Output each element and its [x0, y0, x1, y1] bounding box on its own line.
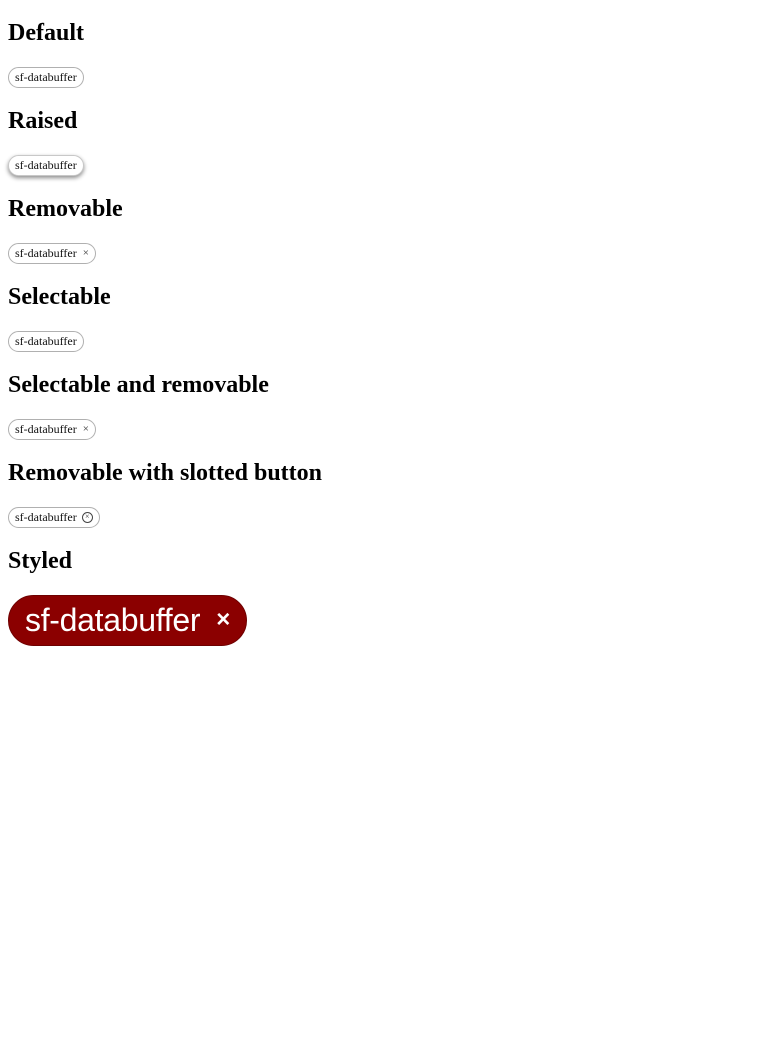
chip-row-selectable-removable: sf-databuffer × [8, 418, 760, 440]
section-selectable: Selectable sf-databuffer [8, 283, 760, 352]
section-heading-raised: Raised [8, 108, 78, 134]
chip-default[interactable]: sf-databuffer [8, 66, 84, 88]
chip-row-raised: sf-databuffer [8, 154, 760, 176]
chip-selectable[interactable]: sf-databuffer [8, 330, 84, 352]
chip-row-removable-slotted: sf-databuffer × [8, 506, 760, 528]
chip-removable-slotted[interactable]: sf-databuffer × [8, 506, 100, 528]
chip-label: sf-databuffer [15, 69, 77, 84]
close-icon[interactable]: × [216, 608, 230, 632]
chip-removable[interactable]: sf-databuffer × [8, 242, 96, 264]
chip-label: sf-databuffer [25, 601, 201, 638]
section-heading-styled: Styled [8, 548, 73, 574]
chip-label: sf-databuffer [15, 421, 77, 436]
close-icon[interactable]: × [83, 423, 89, 435]
section-styled: Styled sf-databuffer × [8, 547, 760, 646]
chip-selectable-removable[interactable]: sf-databuffer × [8, 418, 96, 440]
section-removable-slotted: Removable with slotted button sf-databuf… [8, 459, 760, 528]
section-selectable-removable: Selectable and removable sf-databuffer × [8, 371, 760, 440]
chip-label: sf-databuffer [15, 333, 77, 348]
chip-row-default: sf-databuffer [8, 66, 760, 88]
circled-x-icon[interactable]: × [81, 511, 93, 523]
section-heading-selectable-removable: Selectable and removable [8, 372, 269, 398]
section-heading-removable: Removable [8, 196, 123, 222]
chip-row-removable: sf-databuffer × [8, 242, 760, 264]
section-heading-selectable: Selectable [8, 284, 111, 310]
chip-row-selectable: sf-databuffer [8, 330, 760, 352]
chip-raised[interactable]: sf-databuffer [8, 154, 84, 176]
section-heading-removable-slotted: Removable with slotted button [8, 460, 323, 486]
chip-demo-page: Default sf-databuffer Raised sf-databuff… [0, 19, 768, 646]
section-default: Default sf-databuffer [8, 19, 760, 88]
chip-label: sf-databuffer [15, 509, 77, 524]
slotted-remove-glyph: × [84, 512, 90, 521]
close-icon[interactable]: × [83, 247, 89, 259]
section-raised: Raised sf-databuffer [8, 107, 760, 176]
chip-label: sf-databuffer [15, 157, 77, 172]
section-removable: Removable sf-databuffer × [8, 195, 760, 264]
chip-styled[interactable]: sf-databuffer × [8, 594, 247, 646]
chip-row-styled: sf-databuffer × [8, 594, 760, 646]
section-heading-default: Default [8, 20, 84, 46]
chip-label: sf-databuffer [15, 245, 77, 260]
